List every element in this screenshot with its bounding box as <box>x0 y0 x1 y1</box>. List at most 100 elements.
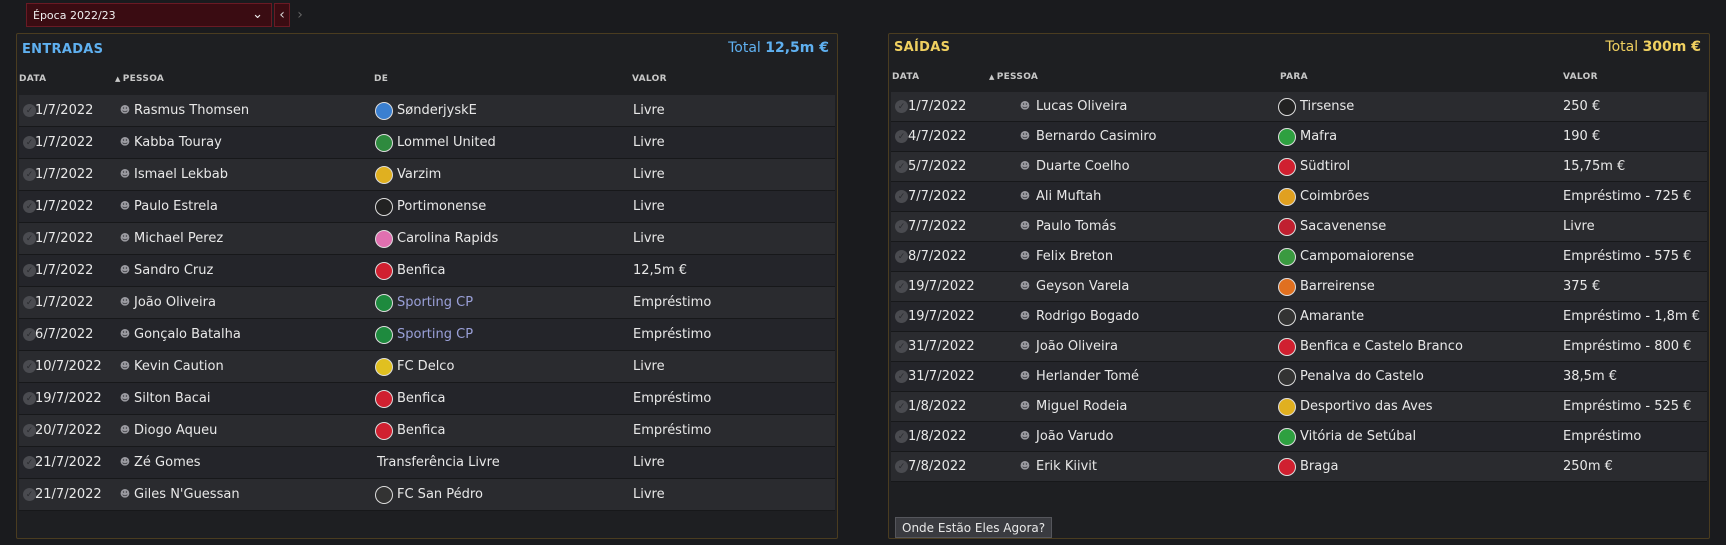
person-name[interactable]: Kabba Touray <box>134 135 222 150</box>
person-name[interactable]: Kevin Caution <box>134 359 224 374</box>
club-name[interactable]: Sacavenense <box>1300 219 1386 234</box>
person-icon: ☻ <box>119 329 131 340</box>
club-name[interactable]: Varzim <box>397 167 441 182</box>
person-name[interactable]: Miguel Rodeia <box>1036 399 1127 414</box>
person-name[interactable]: Gonçalo Batalha <box>134 327 241 342</box>
person-name[interactable]: Ali Muftah <box>1036 189 1101 204</box>
table-row[interactable]: ✓ 1/7/2022 ☻ Michael Perez Carolina Rapids Li… <box>19 223 835 255</box>
club-name[interactable]: Benfica e Castelo Branco <box>1300 339 1463 354</box>
person-name[interactable]: Rodrigo Bogado <box>1036 309 1139 324</box>
club-name[interactable]: Barreirense <box>1300 279 1375 294</box>
table-row[interactable]: ✓ 19/7/2022 ☻ Rodrigo Bogado Amarante Emprést… <box>891 302 1707 332</box>
col-date[interactable]: DATA <box>19 74 46 84</box>
value-cell: 12,5m € <box>633 263 688 278</box>
season-dropdown[interactable]: Época 2022/23 ⌄ <box>26 3 272 27</box>
table-row[interactable]: ✓ 31/7/2022 ☻ João Oliveira Benfica e Castel… <box>891 332 1707 362</box>
person-name[interactable]: Ismael Lekbab <box>134 167 228 182</box>
table-row[interactable]: ✓ 7/7/2022 ☻ Paulo Tomás Sacavenense Livre <box>891 212 1707 242</box>
col-person-label: PESSOA <box>996 72 1039 82</box>
col-value[interactable]: VALOR <box>632 74 667 84</box>
club-name[interactable]: Braga <box>1300 459 1338 474</box>
col-date[interactable]: DATA <box>892 72 919 82</box>
table-row[interactable]: ✓ 21/7/2022 ☻ Zé Gomes Transferência Livre Li… <box>19 447 835 479</box>
person-name[interactable]: Zé Gomes <box>134 455 201 470</box>
person-name[interactable]: Rasmus Thomsen <box>134 103 249 118</box>
col-value[interactable]: VALOR <box>1563 72 1598 82</box>
club-name[interactable]: Vitória de Setúbal <box>1300 429 1416 444</box>
club-name[interactable]: Benfica <box>397 423 445 438</box>
table-row[interactable]: ✓ 19/7/2022 ☻ Geyson Varela Barreirense 375 € <box>891 272 1707 302</box>
table-row[interactable]: ✓ 1/7/2022 ☻ Kabba Touray Lommel United Livre <box>19 127 835 159</box>
table-row[interactable]: ✓ 1/8/2022 ☻ João Varudo Vitória de Setúbal E… <box>891 422 1707 452</box>
person-name[interactable]: Herlander Tomé <box>1036 369 1139 384</box>
table-row[interactable]: ✓ 31/7/2022 ☻ Herlander Tomé Penalva do Cast… <box>891 362 1707 392</box>
where-are-they-now-button[interactable]: Onde Estão Eles Agora? <box>895 517 1053 538</box>
club-name[interactable]: Tirsense <box>1300 99 1354 114</box>
col-to[interactable]: PARA <box>1280 72 1308 82</box>
table-row[interactable]: ✓ 1/7/2022 ☻ Rasmus Thomsen SønderjyskE Livre <box>19 95 835 127</box>
person-name[interactable]: João Varudo <box>1036 429 1113 444</box>
club-name[interactable]: Carolina Rapids <box>397 231 498 246</box>
table-row[interactable]: ✓ 1/7/2022 ☻ Lucas Oliveira Tirsense 250 € <box>891 92 1707 122</box>
club-name[interactable]: Amarante <box>1300 309 1364 324</box>
club-name[interactable]: Sporting CP <box>397 327 473 342</box>
saidas-total-value: 300m € <box>1642 39 1701 55</box>
table-row[interactable]: ✓ 1/8/2022 ☻ Miguel Rodeia Desportivo das Av… <box>891 392 1707 422</box>
table-row[interactable]: ✓ 1/7/2022 ☻ Ismael Lekbab Varzim Livre <box>19 159 835 191</box>
col-person[interactable]: ▲ PESSOA <box>115 74 164 84</box>
table-row[interactable]: ✓ 20/7/2022 ☻ Diogo Aqueu Benfica Empréstimo <box>19 415 835 447</box>
previous-season-button[interactable]: ‹ <box>274 3 290 27</box>
person-name[interactable]: Giles N'Guessan <box>134 487 240 502</box>
table-row[interactable]: ✓ 1/7/2022 ☻ João Oliveira Sporting CP Emprés… <box>19 287 835 319</box>
date-cell: 1/7/2022 <box>908 99 967 114</box>
club-name[interactable]: Mafra <box>1300 129 1337 144</box>
person-name[interactable]: Paulo Tomás <box>1036 219 1116 234</box>
table-row[interactable]: ✓ 1/7/2022 ☻ Paulo Estrela Portimonense Livre <box>19 191 835 223</box>
person-name[interactable]: Diogo Aqueu <box>134 423 217 438</box>
club-name[interactable]: Sporting CP <box>397 295 473 310</box>
value-cell: 250m € <box>1563 459 1613 474</box>
table-row[interactable]: ✓ 8/7/2022 ☻ Felix Breton Campomaiorense Empr… <box>891 242 1707 272</box>
person-name[interactable]: Erik Kiivit <box>1036 459 1097 474</box>
club-name[interactable]: Lommel United <box>397 135 496 150</box>
table-row[interactable]: ✓ 10/7/2022 ☻ Kevin Caution FC Delco Livre <box>19 351 835 383</box>
table-row[interactable]: ✓ 21/7/2022 ☻ Giles N'Guessan FC San Pédro Li… <box>19 479 835 511</box>
person-name[interactable]: João Oliveira <box>1036 339 1118 354</box>
date-cell: 1/7/2022 <box>35 263 94 278</box>
club-badge-icon <box>375 421 393 440</box>
table-row[interactable]: ✓ 4/7/2022 ☻ Bernardo Casimiro Mafra 190 € <box>891 122 1707 152</box>
next-season-button[interactable]: › <box>292 3 308 27</box>
check-icon: ✓ <box>895 190 908 203</box>
table-row[interactable]: ✓ 7/7/2022 ☻ Ali Muftah Coimbrões Empréstimo … <box>891 182 1707 212</box>
club-name[interactable]: Benfica <box>397 391 445 406</box>
club-name[interactable]: Desportivo das Aves <box>1300 399 1433 414</box>
table-row[interactable]: ✓ 7/8/2022 ☻ Erik Kiivit Braga 250m € <box>891 452 1707 482</box>
person-name[interactable]: Felix Breton <box>1036 249 1113 264</box>
club-name[interactable]: Campomaiorense <box>1300 249 1414 264</box>
person-name[interactable]: João Oliveira <box>134 295 216 310</box>
club-name[interactable]: Penalva do Castelo <box>1300 369 1424 384</box>
club-name[interactable]: Coimbrões <box>1300 189 1369 204</box>
person-name[interactable]: Silton Bacai <box>134 391 211 406</box>
person-name[interactable]: Lucas Oliveira <box>1036 99 1127 114</box>
person-name[interactable]: Duarte Coelho <box>1036 159 1130 174</box>
club-name[interactable]: SønderjyskE <box>397 103 477 118</box>
person-name[interactable]: Sandro Cruz <box>134 263 213 278</box>
club-name[interactable]: FC San Pédro <box>397 487 483 502</box>
club-name[interactable]: FC Delco <box>397 359 454 374</box>
table-row[interactable]: ✓ 19/7/2022 ☻ Silton Bacai Benfica Empréstimo <box>19 383 835 415</box>
table-row[interactable]: ✓ 1/7/2022 ☻ Sandro Cruz Benfica 12,5m € <box>19 255 835 287</box>
club-badge-icon <box>375 325 393 344</box>
col-person[interactable]: ▲ PESSOA <box>989 72 1038 82</box>
person-name[interactable]: Geyson Varela <box>1036 279 1129 294</box>
club-name[interactable]: Benfica <box>397 263 445 278</box>
person-name[interactable]: Paulo Estrela <box>134 199 218 214</box>
table-row[interactable]: ✓ 6/7/2022 ☻ Gonçalo Batalha Sporting CP Empr… <box>19 319 835 351</box>
person-name[interactable]: Bernardo Casimiro <box>1036 129 1156 144</box>
date-cell: 1/7/2022 <box>35 167 94 182</box>
club-name[interactable]: Südtirol <box>1300 159 1350 174</box>
table-row[interactable]: ✓ 5/7/2022 ☻ Duarte Coelho Südtirol 15,75m € <box>891 152 1707 182</box>
club-name[interactable]: Portimonense <box>397 199 486 214</box>
col-from[interactable]: DE <box>374 74 388 84</box>
person-name[interactable]: Michael Perez <box>134 231 223 246</box>
